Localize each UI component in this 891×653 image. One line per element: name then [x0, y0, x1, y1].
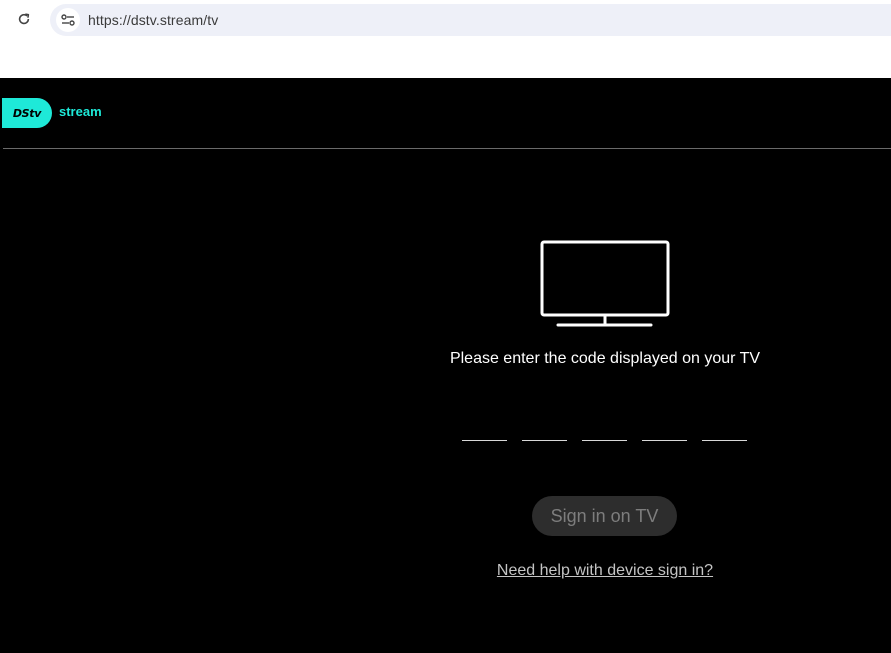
- reload-icon: [18, 13, 30, 25]
- site-info-button[interactable]: [56, 8, 80, 32]
- address-bar[interactable]: https://dstv.stream/tv: [50, 4, 891, 36]
- dstv-logo[interactable]: DStv: [2, 98, 52, 128]
- tv-icon: [540, 240, 670, 327]
- code-input-group: [462, 424, 747, 441]
- sign-in-on-tv-button[interactable]: Sign in on TV: [532, 496, 677, 536]
- header-divider: [3, 148, 891, 149]
- code-digit-4[interactable]: [642, 424, 687, 441]
- browser-toolbar: https://dstv.stream/tv: [0, 0, 891, 78]
- device-signin-help-link[interactable]: Need help with device sign in?: [430, 562, 780, 580]
- code-digit-3[interactable]: [582, 424, 627, 441]
- app-header: DStv stream: [0, 78, 891, 148]
- code-digit-1[interactable]: [462, 424, 507, 441]
- logo-text: DStv: [12, 106, 42, 120]
- logo-stream-label: stream: [59, 104, 102, 119]
- tune-icon: [61, 14, 75, 26]
- url-text[interactable]: https://dstv.stream/tv: [88, 12, 218, 28]
- code-digit-5[interactable]: [702, 424, 747, 441]
- code-prompt: Please enter the code displayed on your …: [449, 350, 761, 367]
- code-digit-2[interactable]: [522, 424, 567, 441]
- reload-button[interactable]: [13, 8, 35, 30]
